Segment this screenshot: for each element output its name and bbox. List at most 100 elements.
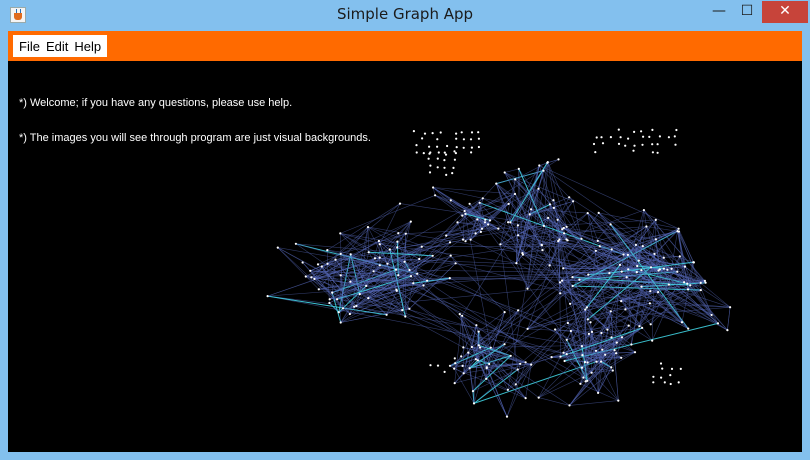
graph-node [669,382,672,386]
minimize-button[interactable]: — [706,1,732,23]
menu-file[interactable]: File [16,39,43,54]
graph-node [477,344,480,347]
graph-node [472,402,476,405]
graph-node [476,218,479,221]
graph-node [423,132,427,135]
graph-node [660,376,663,379]
graph-node [600,331,603,335]
graph-node [641,326,644,329]
graph-node [415,144,418,147]
graph-node [662,256,665,259]
graph-node [662,267,666,270]
graph-node [464,240,467,243]
graph-node [429,151,432,154]
graph-node [488,219,492,222]
graph-node [686,288,690,291]
graph-node [507,221,510,224]
graph-node [674,143,677,146]
graph-node [337,311,340,314]
graph-node [474,232,477,235]
graph-canvas[interactable]: *) Welcome; if you have any questions, p… [8,61,802,452]
graph-node [445,173,448,176]
graph-node [563,359,566,363]
maximize-button[interactable]: ☐ [734,1,760,23]
graph-node [448,277,451,280]
title-bar[interactable]: Simple Graph App — ☐ ✕ [0,0,810,30]
graph-node [309,269,312,272]
close-button[interactable]: ✕ [762,1,808,23]
graph-node [445,234,448,237]
graph-node [548,203,552,206]
graph-node [608,272,611,275]
graph-node [642,135,645,138]
graph-node [528,213,531,216]
graph-node [506,388,509,391]
graph-edge [379,203,401,245]
graph-node [656,151,659,154]
graph-node [641,245,644,248]
graph-node [517,234,520,237]
graph-node [640,269,643,272]
graph-node [676,270,679,273]
graph-node [428,145,431,148]
graph-node [633,144,636,147]
graph-node [266,295,269,298]
graph-node [339,232,342,235]
graph-node [418,257,421,261]
minimize-icon: — [712,3,726,19]
graph-node [443,151,446,154]
graph-node [439,131,442,134]
graph-node [469,138,473,141]
graph-node [640,130,643,133]
graph-node [615,341,618,344]
graph-node [595,136,598,139]
graph-node [587,332,591,335]
graph-node [652,375,655,378]
graph-node [609,223,612,226]
graph-edge [504,168,519,173]
graph-edge [486,378,509,391]
graph-node [412,282,415,285]
graph-edge [479,347,526,399]
graph-node [404,232,407,235]
graph-node [579,382,582,385]
graph-node [686,282,689,285]
graph-edge [461,315,464,348]
graph-node [317,288,320,291]
maximize-icon: ☐ [740,3,754,19]
graph-node [449,254,452,257]
graph-node [648,135,651,138]
welcome-message: *) Welcome; if you have any questions, p… [19,97,293,109]
graph-node [462,238,465,241]
graph-node [479,230,482,233]
graph-node [422,284,425,287]
graph-node [716,322,720,325]
graph-node [396,246,399,249]
menu-help[interactable]: Help [71,39,104,54]
graph-node [584,380,587,383]
graph-node [559,355,562,358]
graph-node [436,145,439,148]
graph-node [597,391,600,394]
graph-node [624,308,627,311]
graph-node [565,353,568,356]
graph-node [617,128,620,131]
graph-node [679,367,682,370]
graph-node [462,146,465,149]
graph-node [386,262,389,265]
graph-node [455,132,458,135]
graph-node [670,267,673,270]
menu-edit[interactable]: Edit [43,39,71,54]
graph-node [620,270,623,273]
menu-bar: File Edit Help [8,31,802,61]
graph-node [562,226,565,230]
graph-node [642,209,646,212]
graph-node [420,245,423,248]
graph-node [651,128,654,131]
graph-node [585,306,589,309]
graph-node [483,221,487,224]
graph-node [580,237,583,240]
graph-node [667,283,671,286]
graph-node [515,262,518,265]
graph-node [582,376,585,379]
